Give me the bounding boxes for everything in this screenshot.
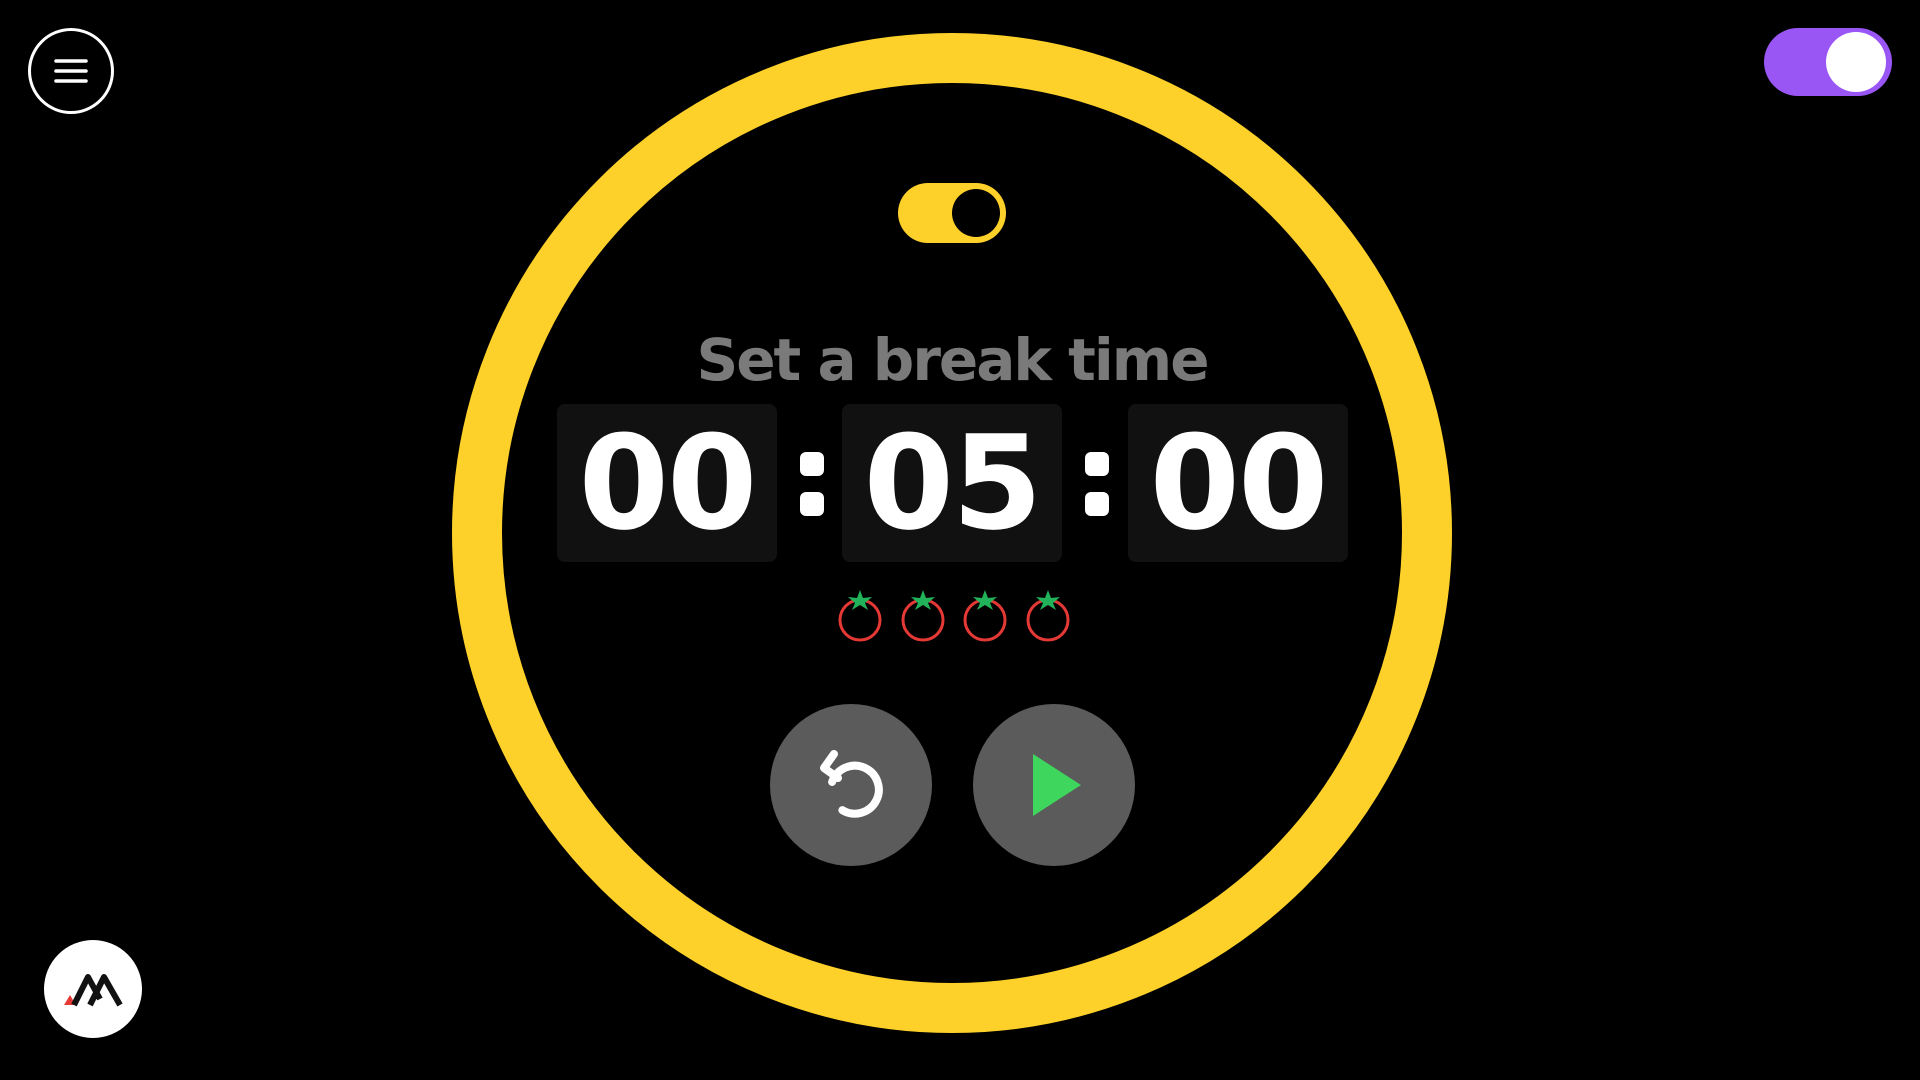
tomato-icon [901,590,945,642]
minutes-input[interactable]: 05 [842,404,1062,562]
tomato-icon [838,590,882,642]
mode-toggle-knob [952,189,1000,237]
timer-title: Set a break time [696,326,1209,394]
hours-input[interactable]: 00 [557,404,777,562]
theme-toggle[interactable] [1764,28,1892,96]
seconds-input[interactable]: 00 [1128,404,1348,562]
logo-icon [64,974,123,1007]
hamburger-menu-icon [54,59,88,83]
tomato-icon [1026,590,1070,642]
play-button[interactable] [973,704,1135,866]
mode-toggle[interactable] [898,183,1006,243]
tomato-icon [963,590,1007,642]
reset-icon [820,750,883,818]
menu-button[interactable] [28,28,114,114]
theme-toggle-knob [1826,32,1886,92]
brand-logo[interactable] [44,940,142,1038]
time-separator [1082,448,1112,520]
time-separator [797,448,827,520]
pomodoro-counter [836,588,1072,644]
play-icon [1033,754,1081,816]
reset-button[interactable] [770,704,932,866]
timer-app: Set a break time 00 05 00 [0,0,1920,1080]
